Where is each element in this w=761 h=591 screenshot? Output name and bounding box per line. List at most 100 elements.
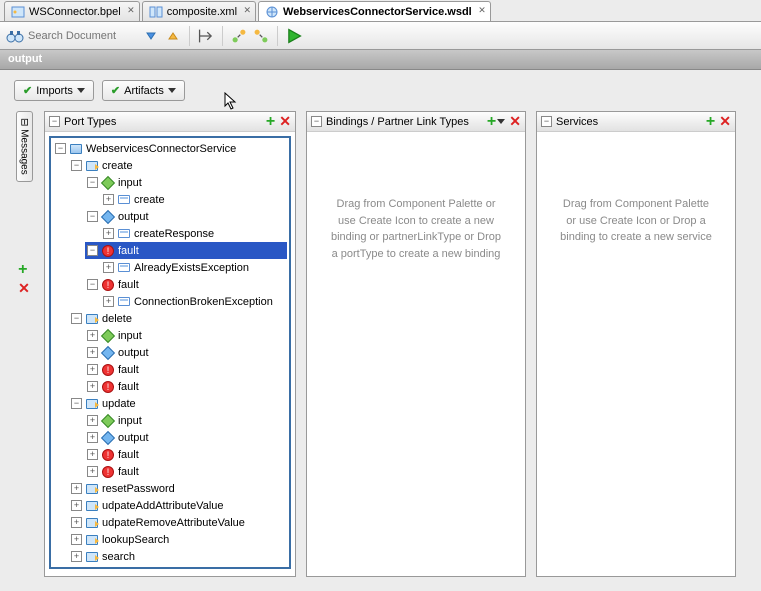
message-icon	[117, 261, 131, 275]
tree-node-op[interactable]: +search	[69, 548, 287, 565]
close-icon[interactable]: ✕	[243, 5, 251, 16]
expander-icon[interactable]: −	[87, 211, 98, 222]
messages-tab[interactable]: ⊟ Messages	[16, 111, 33, 182]
output-icon	[101, 210, 115, 224]
link-left-icon[interactable]	[230, 27, 248, 45]
port-types-tree[interactable]: −WebservicesConnectorService −create −in…	[49, 136, 291, 569]
tree-node-msg[interactable]: +createResponse	[101, 225, 287, 242]
expander-icon[interactable]: −	[87, 279, 98, 290]
tree-node-op[interactable]: −delete	[69, 310, 287, 327]
expander-icon[interactable]: −	[71, 313, 82, 324]
search-input[interactable]	[28, 30, 138, 42]
tree-node-fault-selected[interactable]: −!fault	[85, 242, 287, 259]
expander-icon[interactable]: +	[103, 194, 114, 205]
tree-node-op[interactable]: +udpateAddAttributeValue	[69, 497, 287, 514]
expander-icon[interactable]: +	[71, 500, 82, 511]
expander-icon[interactable]: −	[55, 143, 66, 154]
tree-node-output[interactable]: +output	[85, 344, 287, 361]
collapse-icon[interactable]: −	[49, 116, 60, 127]
expander-icon[interactable]: +	[87, 466, 98, 477]
collapse-icon[interactable]	[197, 27, 215, 45]
expander-icon[interactable]: +	[103, 296, 114, 307]
expander-icon[interactable]: −	[71, 160, 82, 171]
tree-node-op[interactable]: −create	[69, 157, 287, 174]
expander-icon[interactable]: +	[71, 483, 82, 494]
tree-node-op[interactable]: +udpateRemoveAttributeValue	[69, 514, 287, 531]
expander-icon[interactable]: +	[87, 449, 98, 460]
tree-node-input[interactable]: +input	[85, 412, 287, 429]
tree-node-input[interactable]: −input	[85, 174, 287, 191]
wsdl-file-icon	[265, 6, 279, 18]
close-icon[interactable]: ✕	[478, 5, 486, 16]
add-icon[interactable]: +	[18, 264, 30, 276]
expander-icon[interactable]: +	[71, 517, 82, 528]
artifacts-dropdown[interactable]: ✔ Artifacts	[102, 80, 185, 101]
tab-wsconnector[interactable]: WSConnector.bpel ✕	[4, 1, 140, 21]
tree-node-output[interactable]: −output	[85, 208, 287, 225]
add-dropdown[interactable]: +	[487, 116, 505, 128]
delete-icon[interactable]: ✕	[18, 280, 30, 297]
delete-icon[interactable]: ✕	[279, 113, 291, 130]
tree-node-fault[interactable]: +!fault	[85, 446, 287, 463]
tree-node-op[interactable]: +lookupSearch	[69, 531, 287, 548]
expander-icon[interactable]: +	[71, 551, 82, 562]
collapse-icon[interactable]: −	[311, 116, 322, 127]
delete-icon[interactable]: ✕	[509, 113, 521, 130]
artifacts-label: Artifacts	[124, 85, 164, 97]
tree-node-service[interactable]: −WebservicesConnectorService	[53, 140, 287, 157]
tree-node-op[interactable]: −update	[69, 395, 287, 412]
services-body[interactable]: Drag from Component Palette or use Creat…	[537, 132, 735, 576]
tree-node-op[interactable]: +resetPassword	[69, 480, 287, 497]
expander-icon[interactable]: +	[87, 432, 98, 443]
up-arrow-button[interactable]	[164, 27, 182, 45]
imports-dropdown[interactable]: ✔ Imports	[14, 80, 94, 101]
expander-icon[interactable]: −	[87, 245, 98, 256]
play-icon[interactable]	[285, 27, 303, 45]
tree-node-fault[interactable]: +!fault	[85, 378, 287, 395]
add-icon[interactable]: +	[706, 116, 715, 128]
tree-node-msg[interactable]: +ConnectionBrokenException	[101, 293, 287, 310]
message-icon	[117, 193, 131, 207]
tree-node-input[interactable]: +input	[85, 327, 287, 344]
tree-node-fault[interactable]: −!fault	[85, 276, 287, 293]
placeholder-text: Drag from Component Palette or use Creat…	[311, 136, 521, 262]
expander-icon[interactable]: +	[87, 381, 98, 392]
expander-icon[interactable]: +	[87, 347, 98, 358]
expander-icon[interactable]: +	[103, 228, 114, 239]
expander-icon[interactable]: +	[87, 330, 98, 341]
fault-icon: !	[101, 363, 115, 377]
panel-title: Bindings / Partner Link Types	[326, 116, 483, 128]
expander-icon[interactable]: −	[87, 177, 98, 188]
panel-header: − Services + ✕	[537, 112, 735, 132]
expander-icon[interactable]: +	[87, 364, 98, 375]
tree-node-msg[interactable]: +create	[101, 191, 287, 208]
tab-composite[interactable]: composite.xml ✕	[142, 1, 256, 21]
panel-header: − Port Types + ✕	[45, 112, 295, 132]
main-area: ⊟ Messages + ✕ − Port Types + ✕ −Webserv…	[0, 111, 761, 591]
fault-icon: !	[101, 448, 115, 462]
panel-title: Services	[556, 116, 702, 128]
panel-header: − Bindings / Partner Link Types + ✕	[307, 112, 525, 132]
down-arrow-button[interactable]	[142, 27, 160, 45]
input-icon	[101, 176, 115, 190]
delete-icon[interactable]: ✕	[719, 113, 731, 130]
expander-icon[interactable]: −	[71, 398, 82, 409]
tree-node-output[interactable]: +output	[85, 429, 287, 446]
collapse-box-icon: ⊟	[19, 118, 30, 126]
expander-icon[interactable]: +	[87, 415, 98, 426]
tab-wsdl[interactable]: WebservicesConnectorService.wsdl ✕	[258, 1, 491, 21]
add-icon[interactable]: +	[266, 116, 275, 128]
message-icon	[117, 227, 131, 241]
tree-node-msg[interactable]: +AlreadyExistsException	[101, 259, 287, 276]
operation-icon	[85, 397, 99, 411]
expander-icon[interactable]: +	[71, 534, 82, 545]
add-icon: +	[487, 116, 496, 128]
link-right-icon[interactable]	[252, 27, 270, 45]
collapse-icon[interactable]: −	[541, 116, 552, 127]
bindings-body[interactable]: Drag from Component Palette or use Creat…	[307, 132, 525, 576]
expander-icon[interactable]: +	[103, 262, 114, 273]
close-icon[interactable]: ✕	[127, 5, 135, 16]
tree-node-fault[interactable]: +!fault	[85, 463, 287, 480]
binoculars-icon[interactable]	[6, 27, 24, 45]
tree-node-fault[interactable]: +!fault	[85, 361, 287, 378]
